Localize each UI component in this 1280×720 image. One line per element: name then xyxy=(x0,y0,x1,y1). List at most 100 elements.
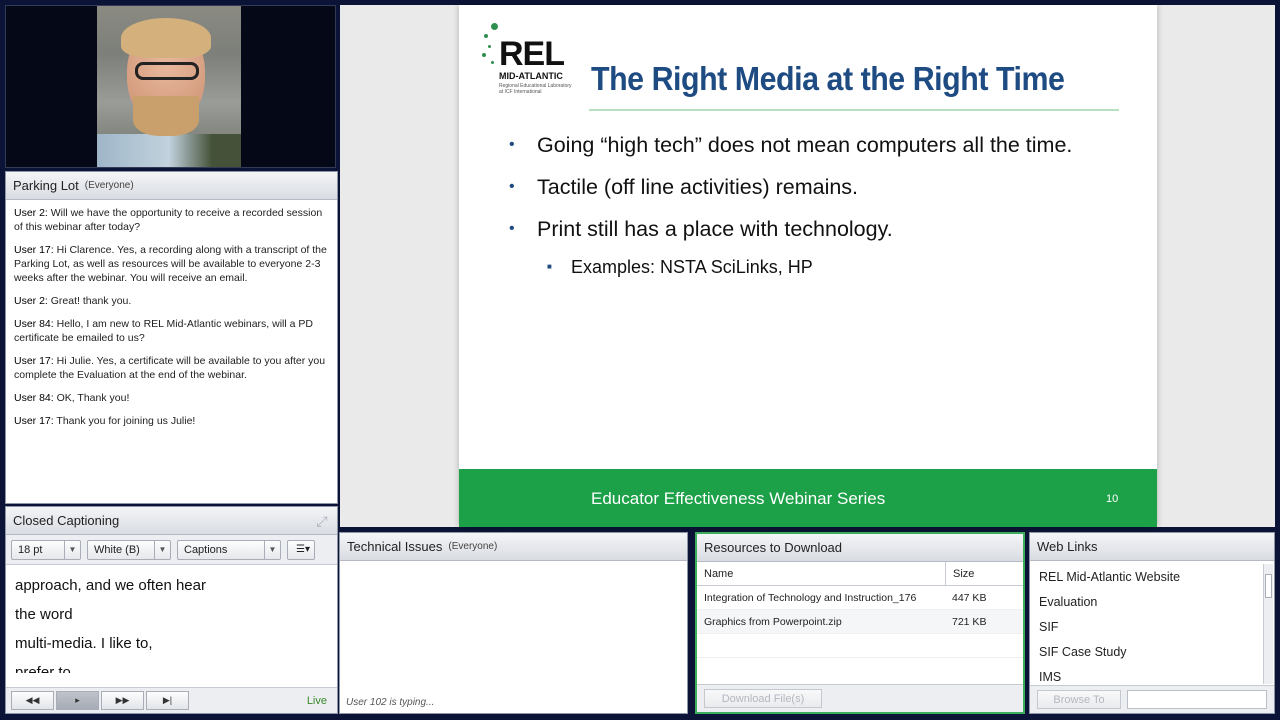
caption-line: multi-media. I like to, xyxy=(15,635,153,652)
column-name[interactable]: Name xyxy=(697,568,945,580)
web-link[interactable]: IMS xyxy=(1032,664,1260,684)
camera-pod xyxy=(5,5,336,168)
chat-text: OK, Thank you! xyxy=(56,392,130,404)
file-row[interactable]: Integration of Technology and Instructio… xyxy=(697,586,1023,610)
chevron-down-icon: ▼ xyxy=(264,540,280,559)
web-link[interactable]: REL Mid-Atlantic Website xyxy=(1032,564,1260,589)
chat-text: Will we have the opportunity to receive … xyxy=(14,207,323,233)
font-size-value: 18 pt xyxy=(18,543,43,556)
chat-user: User 17: xyxy=(14,415,54,427)
web-links-footer: Browse To xyxy=(1030,685,1274,713)
expand-icon[interactable]: ⤢ xyxy=(314,513,330,529)
webcam-video xyxy=(97,6,241,167)
chat-log[interactable]: User 2: Will we have the opportunity to … xyxy=(6,200,337,443)
technical-issues-pod: Technical Issues (Everyone) User 102 is … xyxy=(339,532,688,714)
webcam-shirt xyxy=(97,134,241,167)
file-row[interactable]: Graphics from Powerpoint.zip 721 KB xyxy=(697,610,1023,634)
web-links-title: Web Links xyxy=(1037,539,1098,554)
skip-end-button[interactable]: ▶| xyxy=(146,691,189,710)
resources-pod: Resources to Download Name Size Integrat… xyxy=(695,532,1025,714)
slide-bullet: Going “high tech” does not mean computer… xyxy=(509,130,1129,160)
web-link[interactable]: SIF xyxy=(1032,614,1260,639)
webcam-beard xyxy=(133,96,199,136)
caption-controls: 18 pt ▼ White (B) ▼ Captions ▼ ☰▾ xyxy=(6,535,337,565)
web-links-list: REL Mid-Atlantic Website Evaluation SIF … xyxy=(1032,564,1260,684)
logo-mid-atlantic: MID-ATLANTIC xyxy=(499,71,563,81)
technical-issues-audience: (Everyone) xyxy=(448,541,498,552)
menu-icon: ☰▾ xyxy=(296,544,310,555)
web-links-header: Web Links xyxy=(1030,533,1274,561)
chat-user: User 2: xyxy=(14,295,48,307)
pause-button[interactable]: ▸ xyxy=(56,691,99,710)
web-link-url-field[interactable] xyxy=(1127,690,1267,709)
web-link[interactable]: SIF Case Study xyxy=(1032,639,1260,664)
caption-text: approach, and we often hear the word mul… xyxy=(6,565,337,673)
caption-line: the word xyxy=(15,606,73,623)
live-indicator[interactable]: Live xyxy=(307,695,332,707)
chevron-down-icon: ▼ xyxy=(64,540,80,559)
skip-end-icon: ▶| xyxy=(162,695,173,705)
logo-dots xyxy=(481,23,501,83)
chat-user: User 84: xyxy=(14,392,54,404)
pause-icon: ▸ xyxy=(75,695,80,705)
skip-back-button[interactable]: ◀◀ xyxy=(11,691,54,710)
presentation-slide: REL MID-ATLANTIC Regional Educational La… xyxy=(459,5,1157,527)
chat-user: User 17: xyxy=(14,244,54,256)
parking-lot-header: Parking Lot (Everyone) xyxy=(6,172,337,200)
technical-issues-chat[interactable] xyxy=(340,561,687,693)
slide-footer: Educator Effectiveness Webinar Series 10 xyxy=(459,469,1157,527)
chat-text: Hello, I am new to REL Mid-Atlantic webi… xyxy=(14,318,313,344)
caption-mode-value: Captions xyxy=(184,543,228,556)
color-value: White (B) xyxy=(94,543,140,556)
parking-lot-title: Parking Lot xyxy=(13,178,79,193)
browse-to-button[interactable]: Browse To xyxy=(1037,690,1121,709)
chevron-down-icon: ▼ xyxy=(154,540,170,559)
typing-status: User 102 is typing... xyxy=(346,697,435,708)
resources-header: Resources to Download xyxy=(697,534,1023,562)
slide-bullet: Print still has a place with technology. xyxy=(509,214,1129,244)
caption-playback-bar: ◀◀ ▸ ▶▶ ▶| Live xyxy=(6,687,337,713)
file-row-empty xyxy=(697,634,1023,658)
chat-user: User 84: xyxy=(14,318,54,330)
logo-tagline: Regional Educational Laboratory at ICF I… xyxy=(499,83,572,95)
chat-text: Great! thank you. xyxy=(50,295,132,307)
chat-message: User 2: Will we have the opportunity to … xyxy=(14,206,329,234)
title-divider xyxy=(589,109,1119,111)
webcam-glasses xyxy=(135,62,199,80)
chat-user: User 17: xyxy=(14,355,54,367)
slide-footer-text: Educator Effectiveness Webinar Series xyxy=(591,489,886,508)
chat-message: User 84: OK, Thank you! xyxy=(14,391,329,405)
closed-captioning-header: Closed Captioning ⤢ xyxy=(6,507,337,535)
color-select[interactable]: White (B) ▼ xyxy=(87,539,171,560)
fast-forward-button[interactable]: ▶▶ xyxy=(101,691,144,710)
caption-mode-select[interactable]: Captions ▼ xyxy=(177,539,281,560)
menu-button[interactable]: ☰▾ xyxy=(287,539,315,560)
chat-text: Thank you for joining us Julie! xyxy=(56,415,196,427)
closed-captioning-pod: Closed Captioning ⤢ 18 pt ▼ White (B) ▼ … xyxy=(5,506,338,714)
scroll-thumb[interactable] xyxy=(1265,574,1272,598)
web-links-pod: Web Links REL Mid-Atlantic Website Evalu… xyxy=(1029,532,1275,714)
file-table-header: Name Size xyxy=(697,562,1023,586)
web-link[interactable]: Evaluation xyxy=(1032,589,1260,614)
parking-lot-pod: Parking Lot (Everyone) User 2: Will we h… xyxy=(5,171,338,504)
webcam-hair xyxy=(121,18,211,58)
skip-back-icon: ◀◀ xyxy=(25,695,40,705)
slide-bullets: Going “high tech” does not mean computer… xyxy=(509,130,1129,282)
download-button[interactable]: Download File(s) xyxy=(704,689,822,708)
closed-captioning-title: Closed Captioning xyxy=(13,513,120,528)
slide-title: The Right Media at the Right Time xyxy=(591,60,1065,97)
file-size: 721 KB xyxy=(952,615,987,628)
file-size: 447 KB xyxy=(952,591,987,604)
caption-line: approach, and we often hear xyxy=(15,577,206,594)
resources-title: Resources to Download xyxy=(704,540,843,555)
technical-issues-header: Technical Issues (Everyone) xyxy=(340,533,687,561)
slide-bullet: Tactile (off line activities) remains. xyxy=(509,172,1129,202)
slide-sub-bullet: Examples: NSTA SciLinks, HP xyxy=(509,252,1129,282)
column-size[interactable]: Size xyxy=(945,562,1023,585)
slide-page-number: 10 xyxy=(1106,493,1119,505)
chat-message: User 17: Thank you for joining us Julie! xyxy=(14,414,329,428)
font-size-select[interactable]: 18 pt ▼ xyxy=(11,539,81,560)
chat-message: User 84: Hello, I am new to REL Mid-Atla… xyxy=(14,317,329,345)
web-links-scrollbar[interactable] xyxy=(1263,564,1273,684)
chat-message: User 17: Hi Julie. Yes, a certificate wi… xyxy=(14,354,329,382)
